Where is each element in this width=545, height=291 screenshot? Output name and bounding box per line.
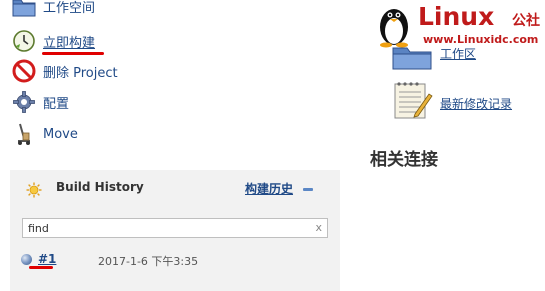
build-history-header: Build History 构建历史: [10, 170, 340, 206]
watermark-brand-suffix: 公社: [512, 13, 540, 29]
sidebar-item-label: 工作空间: [43, 0, 96, 16]
annotation-underline: [42, 52, 104, 55]
recent-changes-link[interactable]: 最新修改记录: [440, 95, 512, 112]
build-history-panel: Build History 构建历史 x #1 2017-1-6 下午3:35: [10, 170, 340, 291]
clear-search-icon[interactable]: x: [315, 221, 322, 234]
build-history-title: Build History: [56, 180, 144, 194]
build-status-ball-icon: [21, 254, 32, 265]
sidebar-item-workspace[interactable]: 工作空间: [12, 0, 95, 19]
watermark-brand: Linux: [418, 2, 495, 31]
workspace-folder-icon: [392, 42, 432, 70]
sun-icon: [26, 182, 42, 198]
build-search-input[interactable]: [28, 220, 308, 236]
folder-icon: [12, 0, 36, 18]
gear-icon: [12, 90, 36, 114]
build-number-link[interactable]: #1: [38, 252, 56, 266]
collapse-icon[interactable]: [303, 188, 313, 191]
build-trend-link[interactable]: 构建历史: [245, 180, 293, 197]
build-date: 2017-1-6 下午3:35: [98, 255, 199, 268]
sidebar-item-move[interactable]: Move: [12, 121, 78, 147]
section-title: 相关连接: [370, 150, 438, 170]
sidebar-item-build-now[interactable]: 立即构建: [12, 28, 95, 54]
build-search-box[interactable]: x: [22, 218, 328, 238]
workspace-link[interactable]: 工作区: [440, 45, 476, 62]
build-row: #1 2017-1-6 下午3:35: [10, 248, 340, 272]
sidebar-item-label: 删除 Project: [43, 65, 118, 81]
build-clock-icon: [12, 29, 36, 53]
sidebar-item-label: Move: [43, 126, 78, 142]
sidebar-item-configure[interactable]: 配置: [12, 89, 69, 115]
annotation-underline: [29, 266, 53, 269]
build-now-link[interactable]: 立即构建: [43, 32, 95, 51]
sidebar-item-label: 配置: [43, 96, 70, 112]
notepad-icon: [389, 78, 433, 122]
sidebar-item-delete-project[interactable]: 删除 Project: [12, 58, 118, 84]
no-entry-icon: [12, 59, 36, 83]
move-icon: [12, 122, 36, 146]
